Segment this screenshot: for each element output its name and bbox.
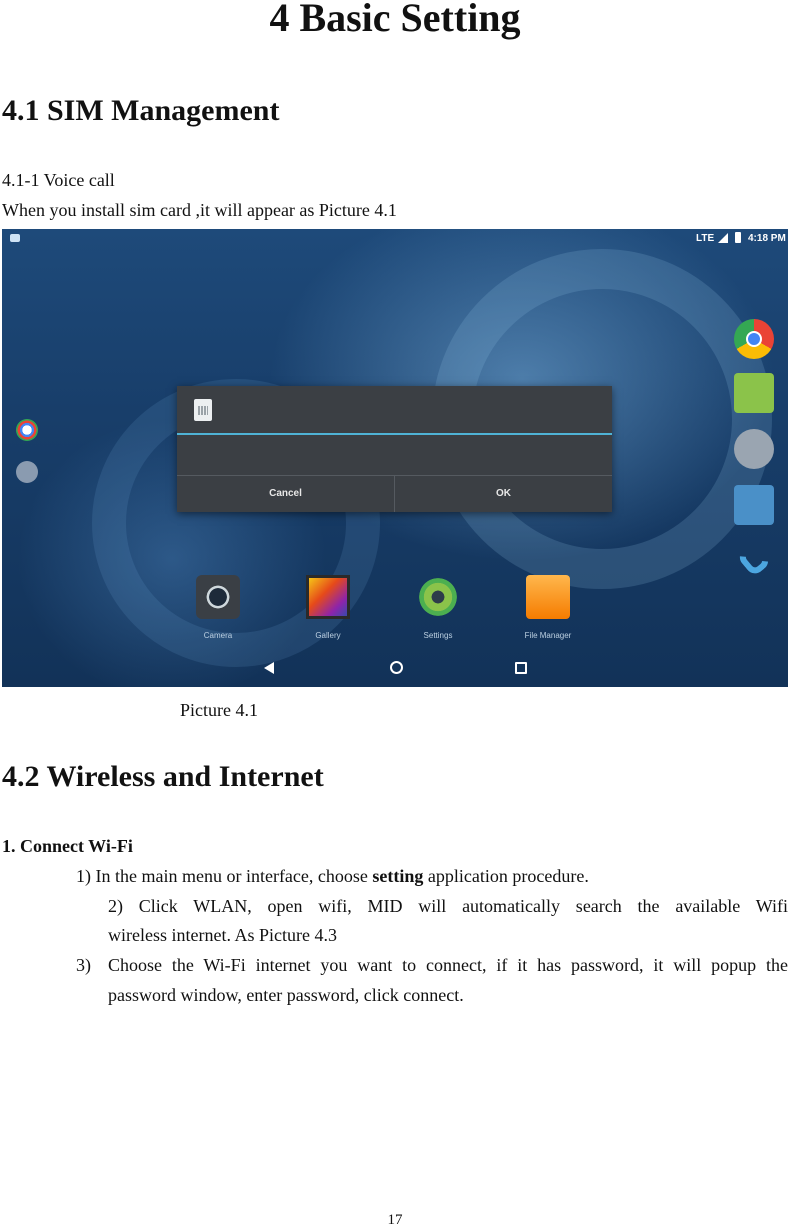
home-icon[interactable] <box>390 661 403 674</box>
page-title: 4 Basic Setting <box>269 0 521 40</box>
step-2-line-2: wireless internet. As Picture 4.3 <box>108 925 337 945</box>
dock-label-file-manager: File Manager <box>524 631 572 640</box>
phone-icon[interactable] <box>734 539 774 579</box>
contacts-icon[interactable] <box>734 485 774 525</box>
step-1-prefix: 1) In the main menu or interface, choose <box>76 866 373 886</box>
battery-icon <box>735 232 741 243</box>
back-icon[interactable] <box>264 662 274 674</box>
step-3-line-1: Choose the Wi-Fi internet you want to co… <box>108 955 788 975</box>
dock-label-settings: Settings <box>423 631 453 640</box>
dock-label-camera: Camera <box>203 631 233 640</box>
wifi-heading: 1. Connect Wi-Fi <box>2 836 133 856</box>
sim-dialog: Cancel OK <box>177 386 612 512</box>
signal-icon <box>718 233 728 243</box>
step-1: 1) In the main menu or interface, choose… <box>76 862 589 891</box>
step-1-bold: setting <box>372 866 424 886</box>
sim-card-icon <box>194 399 212 421</box>
step-3-number: 3) <box>76 955 91 975</box>
file-manager-icon[interactable] <box>526 575 570 619</box>
camera-icon[interactable] <box>196 575 240 619</box>
step-3-line-2: password window, enter password, click c… <box>108 985 464 1005</box>
dock-label-gallery: Gallery <box>315 631 341 640</box>
info-icon[interactable] <box>16 461 38 483</box>
chrome-icon[interactable] <box>734 319 774 359</box>
page-number: 17 <box>387 1212 403 1228</box>
ok-button[interactable]: OK <box>395 475 612 512</box>
gallery-icon[interactable] <box>306 575 350 619</box>
dialog-divider <box>177 433 612 435</box>
picture-caption: Picture 4.1 <box>180 700 258 720</box>
google-icon[interactable] <box>16 419 38 441</box>
recents-icon[interactable] <box>515 662 527 674</box>
section-heading-sim: 4.1 SIM Management <box>2 94 280 127</box>
notification-icon <box>10 234 20 242</box>
cancel-button[interactable]: Cancel <box>177 475 394 512</box>
step-1-suffix: application procedure. <box>423 866 589 886</box>
status-bar: LTE 4:18 PM <box>2 229 788 251</box>
tablet-screenshot: LTE 4:18 PM Cancel OK Camera Gallery Set… <box>2 229 788 687</box>
network-type: LTE <box>696 233 715 244</box>
step-2-line-1: 2) Click WLAN, open wifi, MID will autom… <box>108 896 788 916</box>
settings-icon[interactable] <box>416 575 460 619</box>
status-time: 4:18 PM <box>748 233 786 244</box>
messaging-icon[interactable] <box>734 373 774 413</box>
sim-intro-text: When you install sim card ,it will appea… <box>2 200 397 220</box>
subsection-voice-call: 4.1-1 Voice call <box>2 170 115 190</box>
app-drawer-icon[interactable] <box>734 429 774 469</box>
section-heading-wireless: 4.2 Wireless and Internet <box>2 760 324 793</box>
